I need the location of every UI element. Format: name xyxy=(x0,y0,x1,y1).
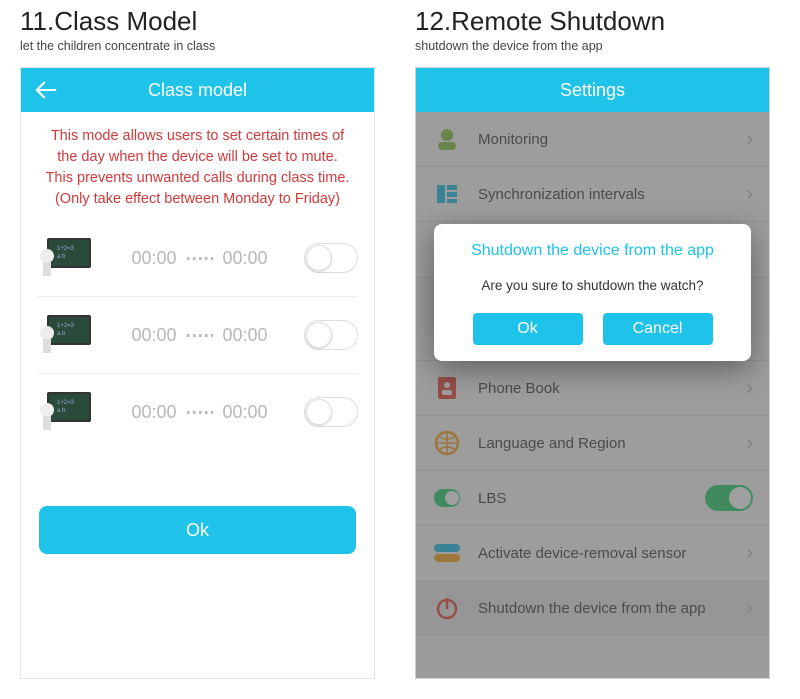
section-subtitle-left: let the children concentrate in class xyxy=(20,39,385,53)
schedule-list: 1+2=3 a b 00:00 00:00 1+2=3 a b 00:00 xyxy=(21,220,374,450)
schedule-toggle[interactable] xyxy=(304,397,358,427)
dialog-cancel-button[interactable]: Cancel xyxy=(603,313,713,345)
schedule-row: 1+2=3 a b 00:00 00:00 xyxy=(37,297,358,374)
time-to[interactable]: 00:00 xyxy=(223,325,268,346)
time-from[interactable]: 00:00 xyxy=(131,248,176,269)
back-arrow-icon[interactable] xyxy=(35,80,57,100)
time-from[interactable]: 00:00 xyxy=(131,402,176,423)
schedule-toggle[interactable] xyxy=(304,243,358,273)
dialog-message: Are you sure to shutdown the watch? xyxy=(450,278,735,293)
topbar-title-left: Class model xyxy=(148,80,247,101)
svg-text:a b: a b xyxy=(57,331,66,337)
blackboard-icon: 1+2=3 a b xyxy=(37,311,95,359)
modal-backdrop[interactable] xyxy=(416,112,769,678)
svg-text:1+2=3: 1+2=3 xyxy=(57,323,75,329)
section-title-left: 11.Class Model xyxy=(20,6,385,37)
topbar-left: Class model xyxy=(21,68,374,112)
svg-text:1+2=3: 1+2=3 xyxy=(57,246,75,252)
schedule-toggle[interactable] xyxy=(304,320,358,350)
time-to[interactable]: 00:00 xyxy=(223,402,268,423)
blackboard-icon: 1+2=3 a b xyxy=(37,388,95,436)
svg-text:a b: a b xyxy=(57,408,66,414)
topbar-title-right: Settings xyxy=(560,80,625,101)
dash-icon xyxy=(187,334,213,337)
dash-icon xyxy=(187,411,213,414)
class-mode-description: This mode allows users to set certain ti… xyxy=(21,112,374,220)
svg-text:1+2=3: 1+2=3 xyxy=(57,400,75,406)
shutdown-dialog: Shutdown the device from the app Are you… xyxy=(434,224,751,361)
section-subtitle-right: shutdown the device from the app xyxy=(415,39,780,53)
dialog-ok-button[interactable]: Ok xyxy=(473,313,583,345)
ok-button[interactable]: Ok xyxy=(39,506,356,554)
schedule-row: 1+2=3 a b 00:00 00:00 xyxy=(37,374,358,450)
time-from[interactable]: 00:00 xyxy=(131,325,176,346)
phone-right: Settings Monitoring › Synchronization in… xyxy=(415,67,770,679)
phone-left: Class model This mode allows users to se… xyxy=(20,67,375,679)
svg-text:a b: a b xyxy=(57,254,66,260)
topbar-right: Settings xyxy=(416,68,769,112)
section-title-right: 12.Remote Shutdown xyxy=(415,6,780,37)
dash-icon xyxy=(187,257,213,260)
blackboard-icon: 1+2=3 a b xyxy=(37,234,95,282)
time-to[interactable]: 00:00 xyxy=(223,248,268,269)
dialog-title: Shutdown the device from the app xyxy=(450,242,735,260)
schedule-row: 1+2=3 a b 00:00 00:00 xyxy=(37,220,358,297)
